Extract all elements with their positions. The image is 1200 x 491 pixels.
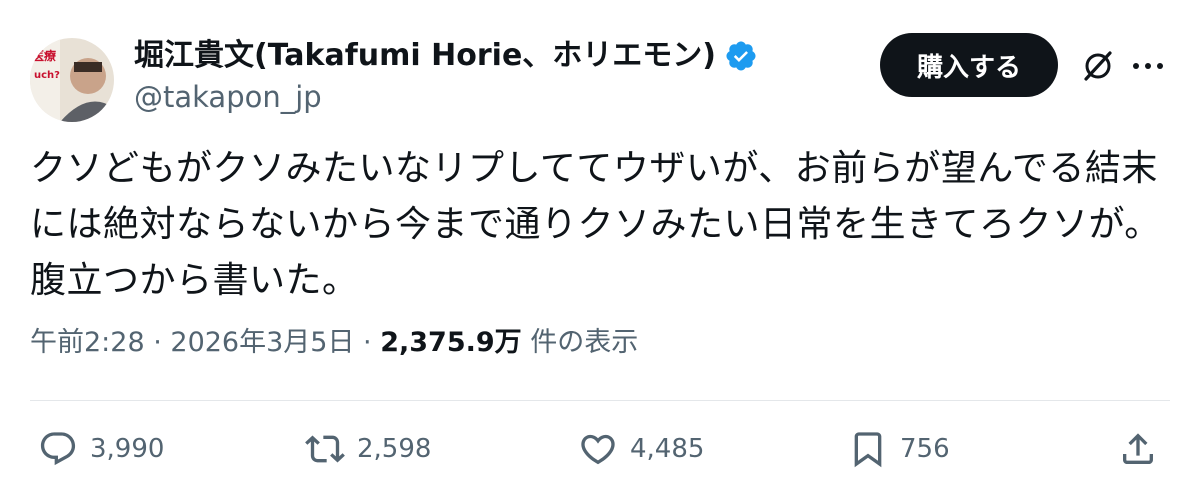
- share-button[interactable]: [1118, 427, 1170, 471]
- grok-icon[interactable]: [1080, 48, 1116, 84]
- bookmark-count: 756: [900, 434, 950, 464]
- buy-button[interactable]: 購入する: [880, 33, 1058, 97]
- retweet-button[interactable]: 2,598: [305, 427, 431, 471]
- more-icon[interactable]: [1128, 56, 1168, 76]
- reply-button[interactable]: 3,990: [38, 427, 164, 471]
- tweet-text: クソどもがクソみたいなリプしててウザいが、お前らが望んでる結末には絶対ならないか…: [30, 148, 1161, 301]
- verified-badge-icon: [724, 39, 758, 73]
- views-label: 件の表示: [521, 327, 639, 358]
- heart-icon: [581, 434, 615, 465]
- retweet-icon: [305, 435, 345, 463]
- share-icon: [1123, 433, 1153, 464]
- tweet-meta: 午前2:28 · 2026年3月5日 · 2,375.9万 件の表示: [30, 322, 638, 364]
- display-name-text: 堀江貴文(Takafumi Horie、ホリエモン): [134, 38, 716, 73]
- reply-count: 3,990: [90, 434, 165, 464]
- author-handle[interactable]: @takapon_jp: [134, 78, 322, 116]
- tweet-time[interactable]: 午前2:28: [30, 327, 145, 358]
- bookmark-button[interactable]: 756: [848, 427, 950, 471]
- views-count[interactable]: 2,375.9万: [380, 327, 521, 358]
- avatar-text-2: uch?: [34, 70, 60, 81]
- retweet-count: 2,598: [357, 434, 432, 464]
- tweet-date[interactable]: 2026年3月5日: [170, 327, 354, 358]
- like-button[interactable]: 4,485: [578, 427, 704, 471]
- avatar-text: 医療: [32, 48, 56, 63]
- like-count: 4,485: [630, 434, 705, 464]
- meta-separator: ·: [144, 327, 171, 358]
- divider: [30, 400, 1170, 401]
- reply-icon: [40, 432, 76, 466]
- bookmark-icon: [854, 432, 882, 468]
- avatar[interactable]: 医療 uch?: [30, 38, 114, 122]
- meta-separator: ·: [354, 327, 381, 358]
- author-display-name[interactable]: 堀江貴文(Takafumi Horie、ホリエモン): [134, 36, 758, 76]
